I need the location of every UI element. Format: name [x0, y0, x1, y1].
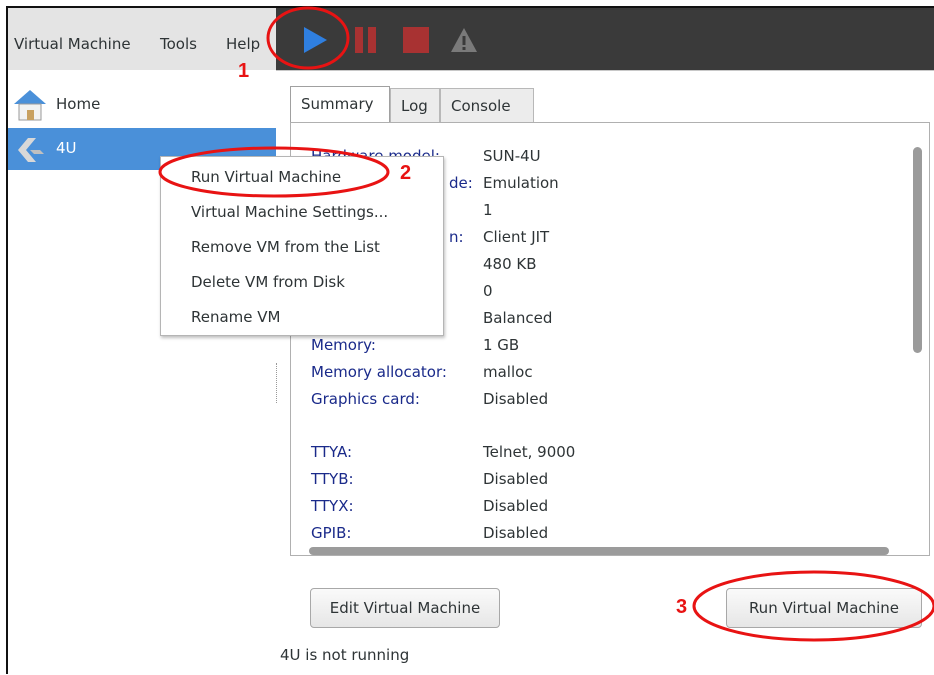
ctx-run-vm[interactable]: Run Virtual Machine: [191, 168, 341, 186]
annotation-label-2: 2: [400, 162, 412, 184]
summary-value: malloc: [483, 363, 533, 381]
port-value: Disabled: [483, 470, 549, 488]
tab-summary[interactable]: Summary: [290, 86, 390, 123]
ctx-delete-vm[interactable]: Delete VM from Disk: [191, 273, 345, 291]
status-text: 4U is not running: [280, 646, 410, 664]
toolbar: [276, 8, 934, 70]
port-value: Disabled: [483, 497, 549, 515]
application-window: Virtual Machine Tools Help Home 4U Summa…: [6, 6, 934, 674]
port-value: Telnet, 9000: [483, 443, 576, 461]
edit-vm-button[interactable]: Edit Virtual Machine: [310, 588, 500, 628]
summary-value: 1: [483, 201, 493, 219]
menubar: Virtual Machine Tools Help: [8, 8, 934, 71]
stop-icon: [403, 27, 429, 53]
summary-label: de:: [449, 174, 473, 192]
port-value: Disabled: [483, 524, 549, 542]
ctx-rename-vm[interactable]: Rename VM: [191, 308, 281, 326]
vm-logo-icon: [18, 138, 44, 162]
summary-label: Graphics card:: [311, 390, 420, 408]
summary-label: Memory:: [311, 336, 376, 354]
pane-resize-handle[interactable]: [276, 363, 280, 403]
horizontal-scrollbar[interactable]: [309, 547, 889, 555]
menu-help[interactable]: Help: [226, 35, 260, 53]
summary-value: Emulation: [483, 174, 559, 192]
warning-toolbar-button[interactable]: [450, 26, 478, 58]
summary-value: Disabled: [483, 390, 549, 408]
tab-log[interactable]: Log: [390, 88, 440, 123]
menu-virtual-machine[interactable]: Virtual Machine: [14, 35, 131, 53]
port-label: TTYX:: [311, 497, 354, 515]
warning-icon: [451, 28, 477, 52]
ctx-vm-settings[interactable]: Virtual Machine Settings...: [191, 203, 388, 221]
menu-tools[interactable]: Tools: [160, 35, 197, 53]
port-label: TTYB:: [311, 470, 354, 488]
run-toolbar-button[interactable]: [302, 26, 328, 58]
port-label: TTYA:: [311, 443, 353, 461]
vertical-scrollbar[interactable]: [913, 147, 922, 353]
annotation-label-1: 1: [238, 60, 250, 82]
home-icon: [14, 90, 46, 121]
summary-value: 0: [483, 282, 493, 300]
summary-label: Memory allocator:: [311, 363, 447, 381]
pause-toolbar-button[interactable]: [354, 26, 378, 58]
stop-toolbar-button[interactable]: [402, 26, 430, 58]
summary-value: 1 GB: [483, 336, 520, 354]
summary-value: 480 KB: [483, 255, 537, 273]
sidebar-item-label: Home: [56, 95, 101, 113]
play-icon: [304, 27, 327, 53]
annotation-label-3: 3: [676, 596, 688, 618]
tab-console[interactable]: Console: [440, 88, 534, 123]
summary-value: Balanced: [483, 309, 553, 327]
summary-label: n:: [449, 228, 464, 246]
pause-icon: [355, 27, 376, 53]
sidebar-item-label: 4U: [56, 139, 77, 157]
summary-value: SUN-4U: [483, 147, 541, 165]
run-vm-button[interactable]: Run Virtual Machine: [726, 588, 922, 628]
summary-value: Client JIT: [483, 228, 550, 246]
ctx-remove-vm[interactable]: Remove VM from the List: [191, 238, 380, 256]
port-label: GPIB:: [311, 524, 352, 542]
sidebar-item-home[interactable]: Home: [8, 84, 276, 126]
